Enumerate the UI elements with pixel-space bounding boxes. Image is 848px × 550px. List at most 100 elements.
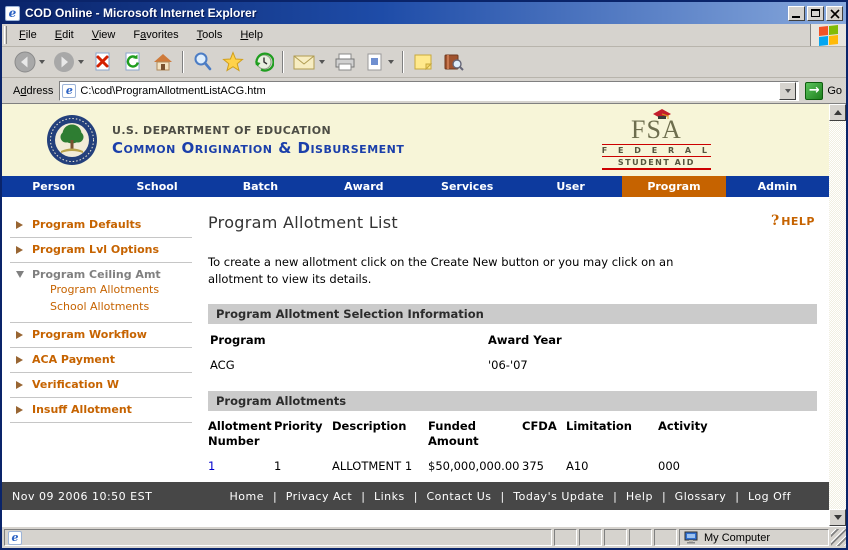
discuss-note-icon: [412, 52, 434, 72]
refresh-button[interactable]: [118, 49, 148, 75]
menu-help[interactable]: Help: [231, 26, 272, 44]
edit-button[interactable]: [361, 49, 398, 75]
search-button[interactable]: [188, 49, 218, 75]
scroll-up-button[interactable]: [829, 104, 846, 121]
sidebar-item-verification-w[interactable]: Verification W: [10, 373, 192, 398]
fsa-student-aid-label: STUDENT AID: [602, 157, 711, 170]
edit-dropdown-icon[interactable]: [388, 60, 394, 64]
print-button[interactable]: [329, 49, 361, 75]
nav-user[interactable]: User: [519, 176, 622, 197]
status-pane: [554, 529, 577, 546]
status-pane: [604, 529, 627, 546]
nav-services[interactable]: Services: [416, 176, 519, 197]
sidebar-item-insuff-allotment[interactable]: Insuff Allotment: [10, 398, 192, 423]
sidebar-item-program-workflow[interactable]: Program Workflow: [10, 323, 192, 348]
intro-text: To create a new allotment click on the C…: [208, 254, 728, 287]
chevron-right-icon: [16, 406, 23, 414]
footer-link-glossary[interactable]: Glossary: [675, 490, 727, 503]
home-icon: [152, 51, 174, 73]
mail-icon: [292, 52, 316, 72]
nav-admin[interactable]: Admin: [726, 176, 829, 197]
forward-dropdown-icon[interactable]: [78, 60, 84, 64]
toolbar-separator: [182, 51, 184, 73]
back-dropdown-icon[interactable]: [39, 60, 45, 64]
menu-favorites[interactable]: Favorites: [124, 26, 187, 44]
address-input[interactable]: e C:\cod\ProgramAllotmentListACG.htm: [59, 81, 799, 101]
sidebar-item-program-defaults[interactable]: Program Defaults: [10, 213, 192, 238]
chevron-right-icon: [16, 246, 23, 254]
footer-link-links[interactable]: Links: [374, 490, 405, 503]
research-button[interactable]: [438, 49, 468, 75]
discuss-button[interactable]: [408, 49, 438, 75]
footer-link-help[interactable]: Help: [626, 490, 653, 503]
home-button[interactable]: [148, 49, 178, 75]
menu-tools[interactable]: Tools: [188, 26, 232, 44]
table-row: 1 1 ALLOTMENT 1 $50,000,000.00 375 A10 0…: [208, 448, 817, 473]
footer-link-log-off[interactable]: Log Off: [748, 490, 791, 503]
footer-separator: |: [613, 490, 617, 503]
toolbar: [2, 47, 846, 78]
toolbar-separator: [282, 51, 284, 73]
back-button[interactable]: [10, 49, 49, 75]
sidebar: Program Defaults Program Lvl Options Pro…: [2, 197, 198, 482]
menu-bar: File Edit View Favorites Tools Help: [2, 24, 846, 47]
forward-button[interactable]: [49, 49, 88, 75]
resize-grip[interactable]: [831, 529, 846, 546]
footer-link-privacy-act[interactable]: Privacy Act: [286, 490, 353, 503]
menu-grip[interactable]: [4, 26, 7, 44]
print-icon: [333, 52, 357, 72]
scroll-down-button[interactable]: [829, 509, 846, 526]
close-button[interactable]: [826, 6, 843, 21]
site-footer: Nov 09 2006 10:50 EST Home | Privacy Act…: [2, 482, 829, 510]
footer-link-todays-update[interactable]: Today's Update: [513, 490, 604, 503]
stop-icon: [92, 51, 114, 73]
mail-button[interactable]: [288, 49, 329, 75]
chevron-right-icon: [16, 331, 23, 339]
edit-icon: [365, 52, 385, 72]
activity-cell: 000: [658, 448, 817, 473]
address-url[interactable]: C:\cod\ProgramAllotmentListACG.htm: [80, 85, 779, 97]
footer-link-contact-us[interactable]: Contact Us: [426, 490, 491, 503]
selection-info: Program Award Year ACG '06-'07: [208, 324, 817, 374]
ie-page-icon: e: [8, 531, 22, 545]
help-label: HELP: [781, 215, 815, 228]
refresh-icon: [122, 51, 144, 73]
history-button[interactable]: [248, 49, 278, 75]
address-dropdown-button[interactable]: [779, 82, 796, 100]
nav-award[interactable]: Award: [312, 176, 415, 197]
footer-separator: |: [273, 490, 277, 503]
mail-dropdown-icon[interactable]: [319, 60, 325, 64]
stop-button[interactable]: [88, 49, 118, 75]
sidebar-subitem-school-allotments[interactable]: School Allotments: [50, 299, 192, 314]
funded-amount-cell: $50,000,000.00: [428, 448, 522, 473]
nav-program[interactable]: Program: [622, 176, 725, 197]
status-pane: [654, 529, 677, 546]
status-pane-main: e: [4, 529, 552, 546]
nav-school[interactable]: School: [105, 176, 208, 197]
nav-batch[interactable]: Batch: [209, 176, 312, 197]
help-link[interactable]: ? HELP: [771, 213, 815, 229]
vertical-scrollbar[interactable]: [829, 104, 846, 526]
forward-icon: [53, 51, 75, 73]
page-body: Program Defaults Program Lvl Options Pro…: [2, 197, 829, 482]
go-label: Go: [827, 85, 842, 97]
favorites-button[interactable]: [218, 49, 248, 75]
menu-view[interactable]: View: [83, 26, 125, 44]
menu-file[interactable]: File: [10, 26, 46, 44]
sidebar-item-program-lvl-options[interactable]: Program Lvl Options: [10, 238, 192, 263]
sidebar-subitem-program-allotments[interactable]: Program Allotments: [50, 282, 192, 297]
nav-person[interactable]: Person: [2, 176, 105, 197]
sidebar-item-aca-payment[interactable]: ACA Payment: [10, 348, 192, 373]
sidebar-item-program-ceiling-amt[interactable]: Program Ceiling Amt Program Allotments S…: [10, 263, 192, 323]
minimize-button[interactable]: [788, 6, 805, 21]
menu-edit[interactable]: Edit: [46, 26, 83, 44]
allotments-table: Allotment Number Priority Description Fu…: [208, 411, 817, 473]
primary-nav: Person School Batch Award Services User …: [2, 176, 829, 197]
maximize-button[interactable]: [807, 6, 824, 21]
page-title: Program Allotment List: [208, 213, 398, 232]
go-button[interactable]: → Go: [805, 82, 842, 100]
go-arrow-icon: →: [805, 82, 823, 100]
agency-name: U.S. DEPARTMENT OF EDUCATION: [112, 124, 404, 137]
allotment-number-link[interactable]: 1: [208, 448, 274, 473]
footer-link-home[interactable]: Home: [230, 490, 264, 503]
